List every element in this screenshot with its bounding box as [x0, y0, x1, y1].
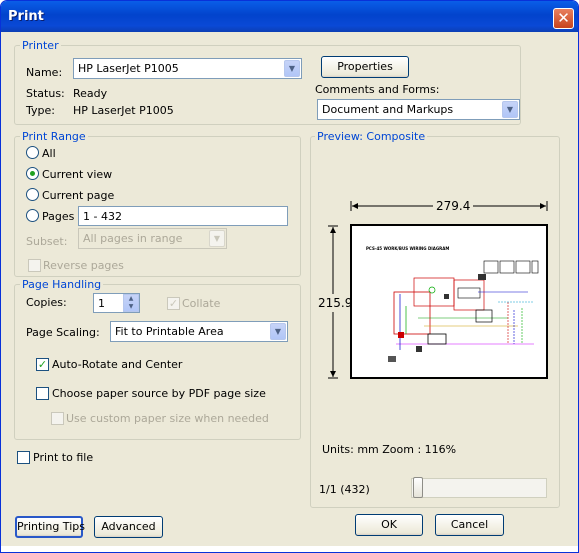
- status-value: Ready: [73, 87, 108, 100]
- chevron-down-icon[interactable]: ▼: [284, 60, 300, 77]
- wiring-diagram-image: [388, 260, 539, 362]
- print-dialog: Print ✕ Printer Name: HP LaserJet P1005 …: [0, 0, 579, 553]
- custom-paper-size-label[interactable]: Use custom paper size when needed: [66, 412, 269, 425]
- copies-label: Copies:: [26, 296, 67, 309]
- cancel-button[interactable]: Cancel: [435, 514, 504, 536]
- printer-name-select[interactable]: HP LaserJet P1005 ▼: [73, 58, 302, 79]
- collate-checkbox[interactable]: ✓: [167, 297, 180, 310]
- reverse-pages-label[interactable]: Reverse pages: [43, 259, 124, 272]
- collate-label[interactable]: Collate: [182, 297, 220, 310]
- printer-name-label: Name:: [26, 66, 63, 79]
- printer-legend: Printer: [20, 39, 61, 52]
- radio-current-page-label[interactable]: Current page: [42, 189, 114, 202]
- page-handling-legend: Page Handling: [20, 278, 104, 291]
- chevron-down-icon[interactable]: ▼: [270, 323, 286, 340]
- page-slider-thumb[interactable]: [413, 477, 423, 498]
- auto-rotate-label[interactable]: Auto-Rotate and Center: [52, 358, 182, 371]
- paper-source-checkbox[interactable]: [36, 387, 49, 400]
- auto-rotate-checkbox[interactable]: ✓: [36, 358, 49, 371]
- print-to-file-checkbox[interactable]: [17, 451, 30, 464]
- width-value: 279.4: [433, 199, 474, 213]
- radio-pages[interactable]: [26, 209, 39, 222]
- printer-name-value: HP LaserJet P1005: [78, 62, 179, 75]
- custom-paper-size-checkbox[interactable]: [51, 412, 64, 425]
- radio-current-view[interactable]: [26, 167, 39, 180]
- title-bar[interactable]: Print ✕: [1, 1, 578, 32]
- reverse-pages-checkbox[interactable]: [28, 259, 41, 272]
- status-label: Status:: [26, 87, 65, 100]
- properties-button[interactable]: Properties: [321, 56, 409, 78]
- page-scaling-label: Page Scaling:: [26, 326, 100, 339]
- comments-forms-value: Document and Markups: [322, 103, 454, 116]
- type-label: Type:: [26, 104, 55, 117]
- subset-value: All pages in range: [83, 232, 183, 245]
- radio-selected-dot: [30, 171, 35, 176]
- subset-label: Subset:: [26, 235, 68, 248]
- ok-button[interactable]: OK: [355, 514, 423, 536]
- radio-all-label[interactable]: All: [42, 147, 56, 160]
- height-value: 215.9: [318, 294, 353, 312]
- printing-tips-button[interactable]: Printing Tips: [15, 516, 85, 538]
- page-indicator: 1/1 (432): [319, 483, 370, 496]
- chevron-down-icon[interactable]: ▼: [502, 101, 518, 118]
- wiring-diagram-thumbnail: PCS-45 WORK/BUS WIRING DIAGRAM: [358, 232, 540, 371]
- page-slider-track[interactable]: [411, 478, 547, 498]
- comments-forms-select[interactable]: Document and Markups ▼: [317, 99, 520, 120]
- radio-all[interactable]: [26, 146, 39, 159]
- paper-source-label[interactable]: Choose paper source by PDF page size: [52, 387, 266, 400]
- chevron-down-icon: ▼: [209, 230, 225, 247]
- radio-current-view-label[interactable]: Current view: [42, 168, 112, 181]
- subset-select[interactable]: All pages in range ▼: [78, 228, 227, 249]
- close-icon[interactable]: ✕: [553, 8, 574, 29]
- page-preview: PCS-45 WORK/BUS WIRING DIAGRAM: [350, 224, 548, 379]
- page-scaling-value: Fit to Printable Area: [115, 325, 224, 338]
- background-strip: [1, 546, 578, 552]
- page-scaling-select[interactable]: Fit to Printable Area ▼: [110, 321, 288, 342]
- radio-pages-label[interactable]: Pages: [42, 210, 74, 223]
- pages-input[interactable]: 1 - 432: [78, 206, 288, 226]
- print-to-file-label[interactable]: Print to file: [33, 451, 93, 464]
- preview-legend: Preview: Composite: [315, 130, 428, 143]
- comments-forms-label: Comments and Forms:: [315, 83, 440, 96]
- type-value: HP LaserJet P1005: [73, 104, 174, 117]
- print-range-legend: Print Range: [20, 130, 88, 143]
- copies-stepper[interactable]: ▲ ▼: [123, 294, 139, 312]
- advanced-button[interactable]: Advanced: [94, 516, 163, 538]
- units-zoom-label: Units: mm Zoom : 116%: [322, 443, 457, 456]
- radio-current-page[interactable]: [26, 188, 39, 201]
- window-title: Print: [8, 9, 44, 24]
